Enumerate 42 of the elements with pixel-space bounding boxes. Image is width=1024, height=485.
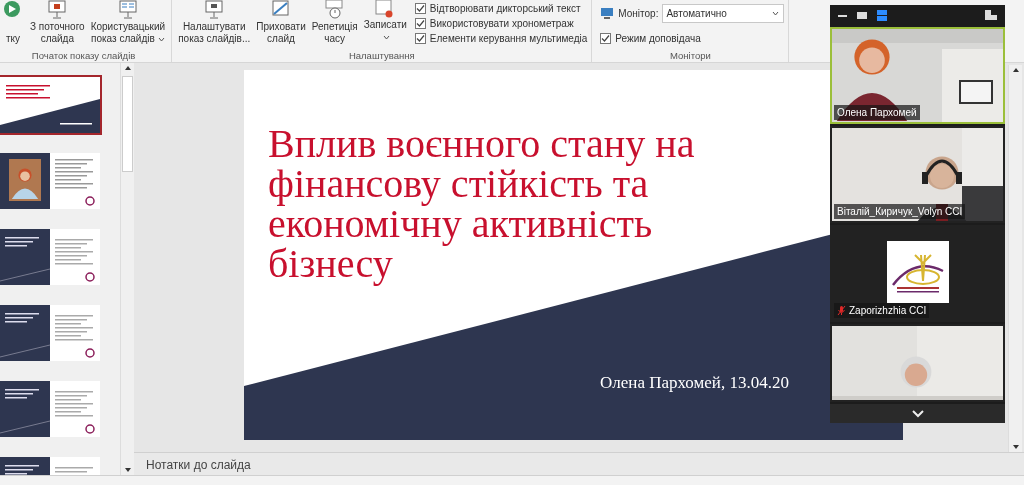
ribbon-button[interactable]: Налаштувати показ слайдів...	[176, 0, 253, 50]
ribbon-button[interactable]: Записати	[361, 0, 409, 50]
checkbox-label: Відтворювати дикторський текст	[429, 1, 581, 16]
group-label: Налаштування	[347, 50, 416, 62]
slide-thumbnail[interactable]	[0, 153, 100, 209]
ribbon-button[interactable]: Приховати слайд	[254, 0, 308, 50]
group-label: Початок показу слайдів	[30, 50, 137, 62]
checkbox[interactable]	[414, 2, 426, 14]
ribbon-button[interactable]: Репетиція часу	[309, 0, 360, 50]
slide-thumbnail[interactable]	[0, 381, 100, 437]
participant-name: Віталій_Киричук_Volyn CCI	[837, 205, 963, 219]
monitor-dropdown[interactable]: Автоматично	[662, 4, 785, 23]
group-label: Монітори	[669, 50, 712, 62]
slide-thumbnail[interactable]	[0, 229, 100, 285]
checkbox-label: Елементи керування мультимедіа	[429, 31, 588, 46]
ribbon-button[interactable]: Користувацький показ слайдів	[88, 0, 168, 50]
monitor-label: Монітор:	[618, 7, 659, 21]
scroll-thumb[interactable]	[122, 76, 133, 172]
checkbox[interactable]	[414, 32, 426, 44]
scrollbar[interactable]	[1008, 65, 1022, 452]
scrollbar[interactable]	[120, 63, 134, 475]
ribbon-button[interactable]: З поточного слайда	[28, 0, 87, 50]
logo-icon	[886, 241, 949, 303]
checkbox-label: Режим доповідача	[615, 32, 701, 46]
chevron-down-icon[interactable]	[911, 409, 924, 418]
minimize-icon[interactable]	[838, 13, 847, 17]
layout-icon[interactable]	[877, 9, 887, 21]
notes-label[interactable]: Нотатки до слайда	[146, 458, 251, 472]
checkbox[interactable]	[600, 33, 612, 44]
slide-subtitle: Олена Пархомей, 13.04.20	[600, 372, 789, 394]
ribbon-button[interactable]: тку	[0, 0, 26, 50]
participant-name: Zaporizhzhia CCI	[849, 304, 927, 318]
slide-title: Вплив воєнного стану на фінансову стійкість та економічну активність бізнесу	[268, 124, 696, 284]
slide-thumbnail[interactable]	[0, 305, 100, 361]
monitor-icon	[600, 7, 615, 20]
view-icon[interactable]	[985, 10, 997, 20]
window-icon[interactable]	[857, 11, 867, 19]
checkbox[interactable]	[414, 17, 426, 29]
participant-name: Олена Пархомей	[837, 106, 917, 120]
caret-icon	[772, 11, 780, 16]
checkbox-label: Використовувати хронометраж	[429, 16, 574, 31]
slide-thumbnail[interactable]	[0, 77, 100, 133]
